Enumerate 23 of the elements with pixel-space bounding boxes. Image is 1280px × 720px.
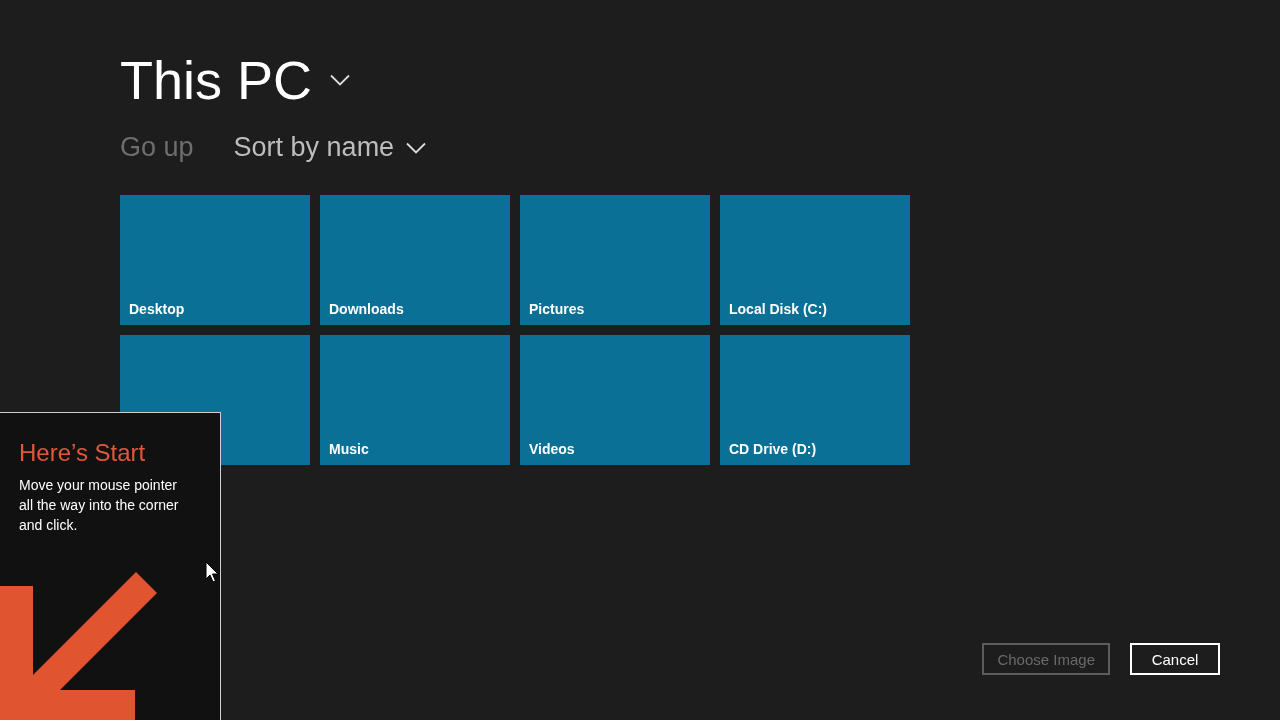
tile-label: Downloads <box>329 301 404 317</box>
chevron-down-icon <box>406 141 427 154</box>
tile-label: Music <box>329 441 369 457</box>
page-title: This PC <box>120 50 313 110</box>
mouse-pointer-icon <box>205 561 219 583</box>
folder-tile[interactable]: Downloads <box>320 195 510 325</box>
folder-tile[interactable]: Desktop <box>120 195 310 325</box>
chevron-down-icon <box>330 74 351 86</box>
tile-label: Videos <box>529 441 575 457</box>
folder-tile[interactable]: Videos <box>520 335 710 465</box>
tile-label: Desktop <box>129 301 185 317</box>
tip-text: Move your mouse pointer all the way into the corner and click. <box>19 476 180 535</box>
folder-tile[interactable]: Pictures <box>520 195 710 325</box>
tip-title: Here’s Start <box>19 439 147 467</box>
sort-dropdown[interactable]: Sort by name <box>233 132 427 163</box>
tile-label: Pictures <box>529 301 585 317</box>
tile-label: Local Disk (C:) <box>729 301 827 317</box>
tile-label: CD Drive (D:) <box>729 441 817 457</box>
folder-tile[interactable]: Music <box>320 335 510 465</box>
folder-tile[interactable]: Local Disk (C:) <box>720 195 910 325</box>
arrow-icon <box>0 572 157 720</box>
folder-tile[interactable]: CD Drive (D:) <box>720 335 910 465</box>
cancel-button[interactable]: Cancel <box>1130 643 1220 675</box>
